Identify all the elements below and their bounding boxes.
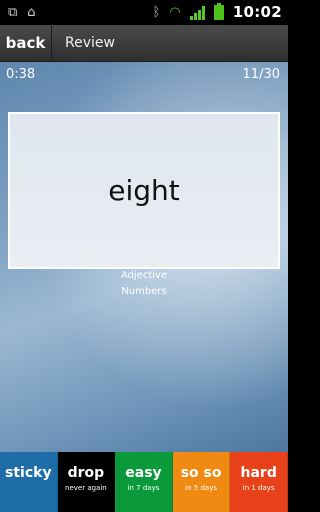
drop-label: drop <box>67 465 105 481</box>
wifi-icon: ◠ <box>169 4 181 20</box>
bluetooth-icon: ᛒ <box>152 4 161 20</box>
card-word: eight <box>108 174 180 207</box>
review-area: 0:38 11/30 eight Adjective Numbers <box>0 62 288 452</box>
drop-sublabel: never again <box>65 484 107 492</box>
flashcard[interactable]: eight <box>8 112 280 269</box>
easy-label: easy <box>125 465 162 481</box>
hard-button[interactable]: hard in 1 days <box>230 452 288 512</box>
sticky-label: sticky <box>5 465 52 481</box>
battery-icon <box>213 3 224 20</box>
signal-icon <box>189 5 205 20</box>
drop-button[interactable]: drop never again <box>57 452 116 512</box>
camera-icon: ⌂ <box>27 5 36 20</box>
so-so-label: so so <box>180 465 222 481</box>
so-so-button[interactable]: so so in 5 days <box>172 452 231 512</box>
card-category: Numbers <box>121 286 167 297</box>
hard-label: hard <box>240 465 277 481</box>
hard-sublabel: in 1 days <box>242 484 275 492</box>
sticky-button[interactable]: sticky <box>0 452 58 512</box>
timer: 0:38 <box>6 67 36 82</box>
title-bar: back Review <box>0 24 288 62</box>
rating-bar: sticky drop never again easy in 7 days s… <box>0 452 288 512</box>
easy-sublabel: in 7 days <box>127 484 160 492</box>
clock: 10:02 <box>232 3 282 21</box>
easy-button[interactable]: easy in 7 days <box>115 452 173 512</box>
so-so-sublabel: in 5 days <box>185 484 217 492</box>
part-of-speech: Adjective <box>120 270 168 281</box>
usb-icon: ⧉ <box>8 5 18 20</box>
status-bar: ⧉ ⌂ ᛒ ◠ 10:02 <box>0 0 288 25</box>
progress-counter: 11/30 <box>242 67 280 82</box>
back-button[interactable]: back <box>0 24 52 62</box>
page-title: Review <box>65 35 115 51</box>
